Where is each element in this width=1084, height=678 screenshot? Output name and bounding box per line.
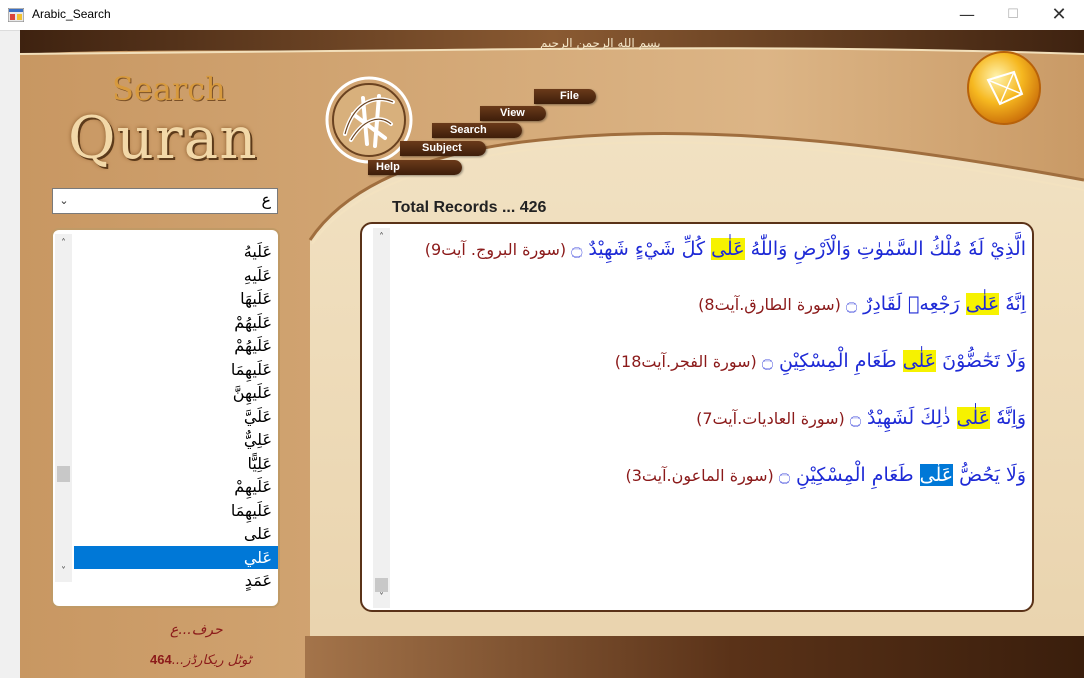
close-button[interactable]: ✕ xyxy=(1036,0,1082,30)
verse-result[interactable]: وَلَا يَحُضُّ عَلٰى طَعَامِ الْمِسْكِيْن… xyxy=(396,460,1026,491)
verse-text: رَجْعِهٖ لَقَادِرٌ ۝ xyxy=(845,293,966,315)
app-window: Arabic_Search — ☐ ✕ بسم الله الرحمن الرح… xyxy=(0,0,1084,678)
word-list-item[interactable]: عَلَيهِمَا xyxy=(74,499,278,523)
menu-view-button[interactable]: View xyxy=(480,106,546,121)
results-scroll-up-icon[interactable]: ˄ xyxy=(373,230,390,246)
orb-logo-icon[interactable] xyxy=(966,50,1042,126)
letter-combobox-value: ع xyxy=(261,190,271,209)
verse-text: وَاِنَّهٗ xyxy=(990,407,1026,429)
footer-decoration xyxy=(305,636,1084,678)
results-scroll-down-icon[interactable]: ˅ xyxy=(373,590,390,606)
word-list-item[interactable]: عَلَيهُمْ xyxy=(74,311,278,335)
verse-result[interactable]: وَلَا تَحٰٓضُّوْنَ عَلٰى طَعَامِ الْمِسْ… xyxy=(396,346,1026,377)
word-list-item[interactable]: عَلي xyxy=(74,545,278,569)
word-list-panel: ˄ ˅ عَلَيهُ عَلَيهِ عَلَيهَا عَلَيهُمْ عَلَي… xyxy=(51,228,280,608)
results-scrollbar[interactable]: ˄ ˅ xyxy=(373,228,390,608)
word-list-item[interactable]: عَلَيهِنَّ xyxy=(74,381,278,405)
verse-reference: (سورة الماعون.آيت3) xyxy=(625,466,779,485)
menu-search-button[interactable]: Search xyxy=(432,123,522,138)
highlighted-word: عَلٰى xyxy=(956,407,991,429)
word-list-item[interactable]: عَلَيهِمْ xyxy=(74,475,278,499)
scroll-up-icon[interactable]: ˄ xyxy=(55,236,72,252)
word-list-item[interactable]: عَلَيهِ xyxy=(74,264,278,288)
logo-quran-text: Quran xyxy=(68,104,258,172)
minimize-button[interactable]: — xyxy=(944,0,990,30)
total-records-urdu-prefix: ٹوٹل ریکارڈز... xyxy=(171,653,252,668)
word-list-item[interactable]: عَلَيهُ xyxy=(74,240,278,264)
highlighted-word: عَلٰى xyxy=(965,293,1000,315)
app-icon xyxy=(8,8,24,22)
highlighted-word: عَلٰى xyxy=(902,350,937,372)
total-records-label: Total Records ... 426 xyxy=(392,199,547,216)
maximize-button[interactable]: ☐ xyxy=(990,0,1036,30)
letter-combobox[interactable]: ⌄ ع xyxy=(52,188,278,214)
logo-search-text: Search xyxy=(112,70,226,108)
word-list-item[interactable]: عَلَيهِمَا xyxy=(74,358,278,382)
menu-subject-button[interactable]: Subject xyxy=(400,141,486,156)
verse-text: اِنَّهٗ xyxy=(999,293,1026,315)
window-title: Arabic_Search xyxy=(32,7,111,21)
verse-reference: (سورة البروج. آيت9) xyxy=(424,240,572,259)
menu-help-button[interactable]: Help xyxy=(368,160,462,175)
total-records-urdu-count: 464 xyxy=(150,652,172,667)
highlighted-word: عَلٰى xyxy=(919,464,954,486)
results-panel: ˄ ˅ الَّذِيْ لَهٗ مُلْكُ السَّمٰوٰتِ وَا… xyxy=(360,222,1034,612)
verse-text: الَّذِيْ لَهٗ مُلْكُ السَّمٰوٰتِ وَالْاَ… xyxy=(744,238,1026,260)
verse-text: طَعَامِ الْمِسْكِيْنِ ۝ xyxy=(778,464,920,486)
verse-text: وَلَا يَحُضُّ xyxy=(953,464,1026,486)
verse-text: وَلَا تَحٰٓضُّوْنَ xyxy=(936,350,1026,372)
verse-text: ذٰلِكَ لَشَهِيْدٌ ۝ xyxy=(849,407,957,429)
scroll-down-icon[interactable]: ˅ xyxy=(55,564,72,580)
verse-result[interactable]: وَاِنَّهٗ عَلٰى ذٰلِكَ لَشَهِيْدٌ ۝ (سور… xyxy=(396,403,1026,434)
total-records-urdu-label: ٹوٹل ریکارڈز...464 xyxy=(150,652,251,668)
word-list-item[interactable]: عَلَيهُمْ xyxy=(74,334,278,358)
chevron-down-icon[interactable]: ⌄ xyxy=(53,189,75,213)
main-form: بسم الله الرحمن الرحيم Search Quran File… xyxy=(20,30,1084,678)
word-list-item[interactable]: عَلِيٌّ xyxy=(74,428,278,452)
menu-file-button[interactable]: File xyxy=(534,89,596,104)
word-list-item[interactable]: عَمَدٍ xyxy=(74,569,278,593)
verse-reference: (سورة الطارق.آيت8) xyxy=(698,295,846,314)
word-list-item[interactable]: عَلِيًّا xyxy=(74,452,278,476)
word-list-item[interactable]: عَلى xyxy=(74,522,278,546)
verse-text: طَعَامِ الْمِسْكِيْنِ ۝ xyxy=(761,350,903,372)
word-list-item[interactable]: عَلَيهَا xyxy=(74,287,278,311)
verse-reference: (سورة الفجر.آيت18) xyxy=(614,352,762,371)
word-list-item[interactable]: عَلَيَّ xyxy=(74,405,278,429)
verse-result[interactable]: اِنَّهٗ عَلٰى رَجْعِهٖ لَقَادِرٌ ۝ (سورة… xyxy=(396,289,1026,320)
verse-result[interactable]: الَّذِيْ لَهٗ مُلْكُ السَّمٰوٰتِ وَالْاَ… xyxy=(396,234,1026,265)
verse-reference: (سورة العاديات.آيت7) xyxy=(696,409,850,428)
title-bar: Arabic_Search — ☐ ✕ xyxy=(0,0,1084,31)
selected-letter-label: حرف...ع xyxy=(170,622,223,638)
word-list-scrollbar[interactable]: ˄ ˅ xyxy=(55,234,72,582)
highlighted-word: عَلٰى xyxy=(711,238,745,260)
verse-results-text[interactable]: الَّذِيْ لَهٗ مُلْكُ السَّمٰوٰتِ وَالْاَ… xyxy=(396,234,1026,517)
word-listbox[interactable]: عَلَيهُ عَلَيهِ عَلَيهَا عَلَيهُمْ عَلَيهُمْ… xyxy=(74,240,278,593)
verse-text: كُلِّ شَيْءٍ شَهِيْدٌ ۝ xyxy=(571,238,712,260)
word-list-scroll-thumb[interactable] xyxy=(57,466,70,482)
basmala-header: بسم الله الرحمن الرحيم xyxy=(540,36,661,50)
